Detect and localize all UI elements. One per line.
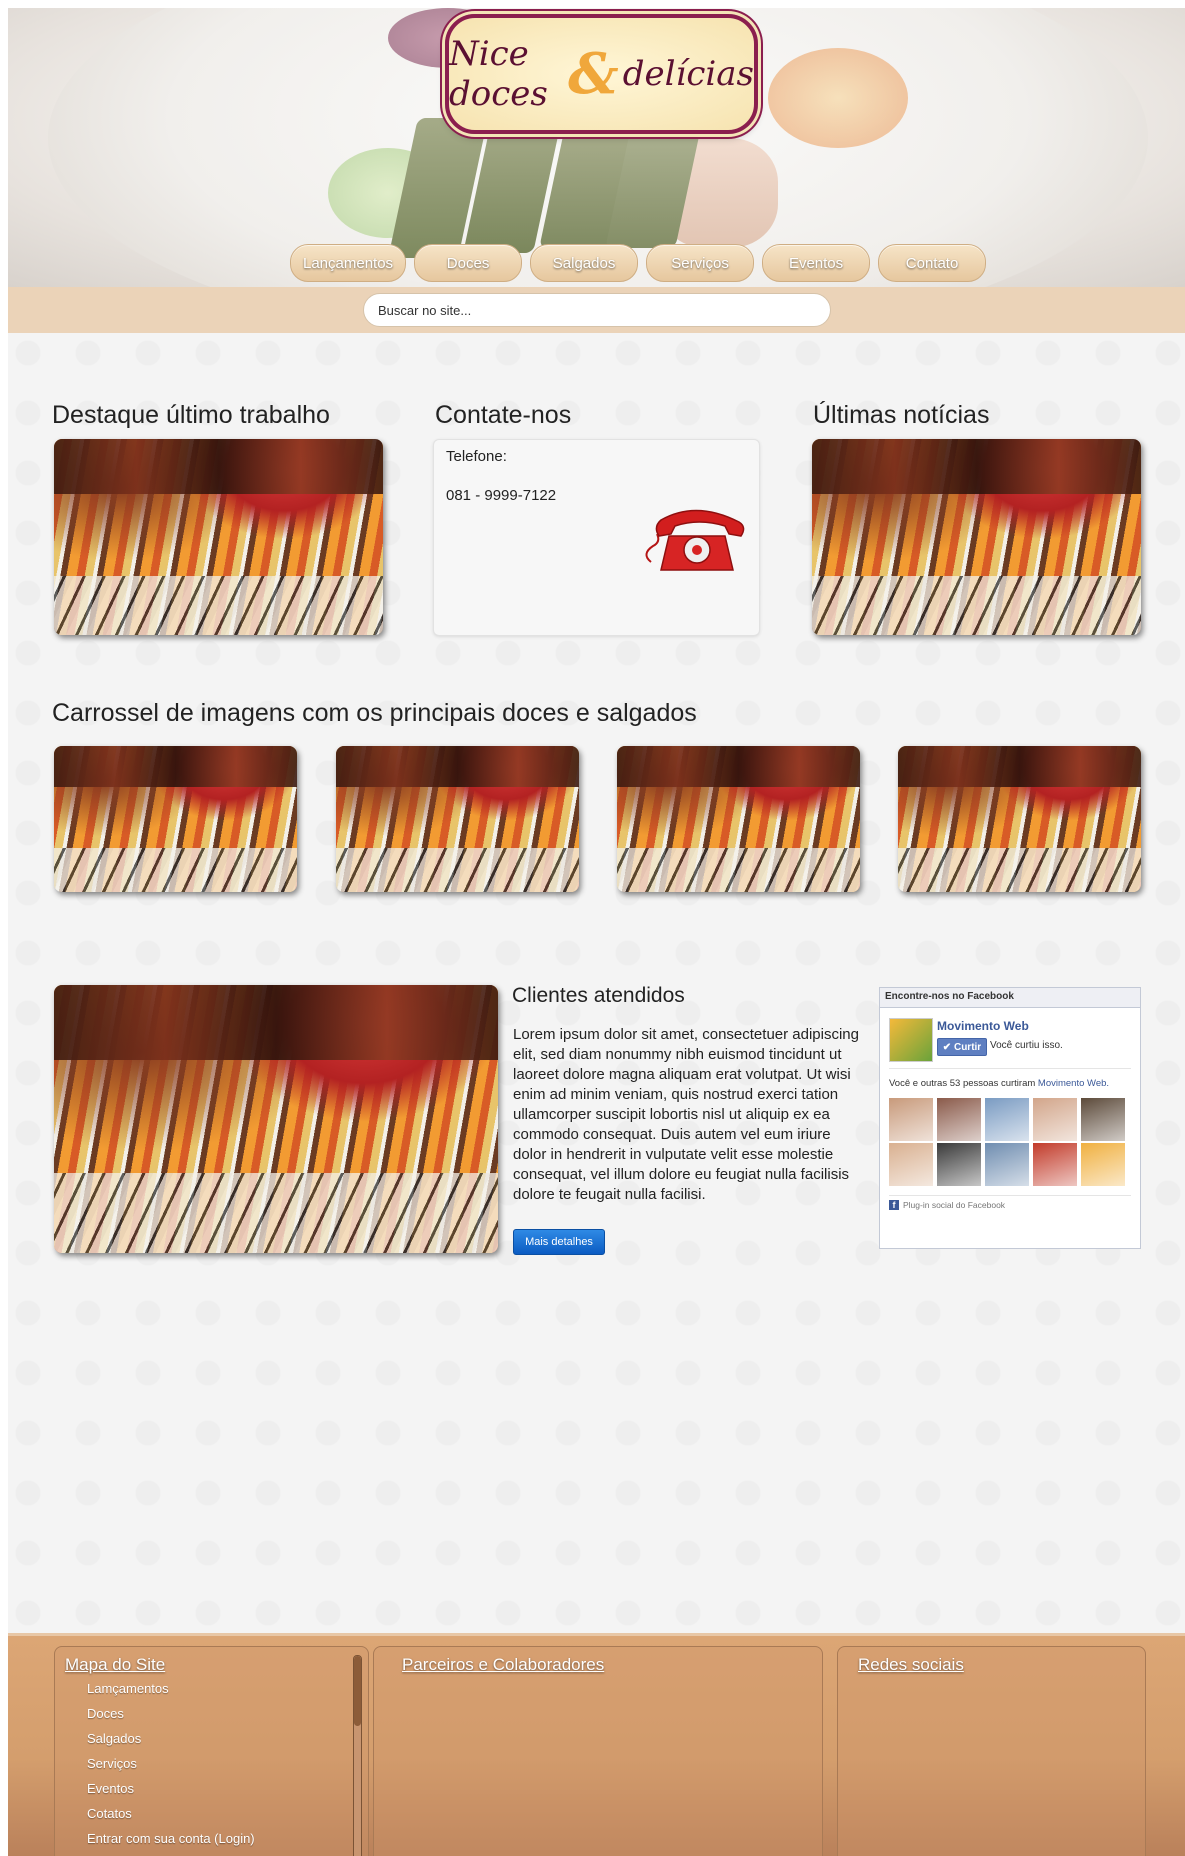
sitemap-link-servicos[interactable]: Serviços — [87, 1756, 255, 1781]
facebook-plugin-footer[interactable]: f Plug-in social do Facebook — [889, 1200, 1005, 1210]
footer: Mapa do Site Lamçamentos Doces Salgados … — [8, 1633, 1185, 1856]
sitemap-link-contatos[interactable]: Cotatos — [87, 1806, 255, 1831]
news-image[interactable] — [812, 439, 1141, 635]
carousel-image-4[interactable] — [898, 746, 1141, 892]
fan-avatar[interactable] — [1081, 1143, 1125, 1186]
page-avatar[interactable] — [889, 1018, 933, 1062]
search-input[interactable] — [363, 293, 831, 327]
sitemap-link-salgados[interactable]: Salgados — [87, 1731, 255, 1756]
sitemap-link-lancamentos[interactable]: Lamçamentos — [87, 1681, 255, 1706]
featured-image[interactable] — [54, 439, 383, 635]
like-button[interactable]: ✔ Curtir — [937, 1038, 987, 1056]
more-details-button[interactable]: Mais detalhes — [513, 1229, 605, 1255]
sitemap-scrollbar[interactable] — [353, 1655, 362, 1856]
carousel-title: Carrossel de imagens com os principais d… — [52, 699, 697, 727]
facebook-widget: Encontre-nos no Facebook Movimento Web ✔… — [879, 987, 1141, 1249]
fan-avatar[interactable] — [1033, 1143, 1077, 1186]
fan-avatar[interactable] — [889, 1098, 933, 1141]
sitemap-link-eventos[interactable]: Eventos — [87, 1781, 255, 1806]
divider — [889, 1195, 1131, 1196]
main-nav: Lançamentos Doces Salgados Serviços Even… — [290, 244, 987, 282]
partners-title[interactable]: Parceiros e Colaboradores — [402, 1655, 604, 1675]
food-decor — [768, 48, 908, 148]
nav-contato[interactable]: Contato — [878, 244, 987, 282]
fan-avatar[interactable] — [1033, 1098, 1077, 1141]
scrollbar-thumb[interactable] — [354, 1656, 361, 1726]
clients-text: Lorem ipsum dolor sit amet, consectetuer… — [513, 1026, 859, 1203]
liked-text: Você curtiu isso. — [990, 1040, 1063, 1051]
fan-avatar[interactable] — [985, 1143, 1029, 1186]
sitemap-link-login[interactable]: Entrar com sua conta (Login) — [87, 1831, 255, 1856]
check-icon: ✔ — [942, 1041, 954, 1053]
logo-text-2: delícias — [622, 54, 754, 94]
sitemap-list: Lamçamentos Doces Salgados Serviços Even… — [87, 1681, 255, 1856]
nav-salgados[interactable]: Salgados — [530, 244, 639, 282]
telephone-icon — [645, 509, 745, 571]
like-count-text: Você e outras 53 pessoas curtiram Movime… — [889, 1078, 1109, 1089]
sitemap-box: Mapa do Site Lamçamentos Doces Salgados … — [54, 1646, 369, 1856]
nav-doces[interactable]: Doces — [414, 244, 523, 282]
logo-ampersand: & — [568, 41, 619, 107]
nav-eventos[interactable]: Eventos — [762, 244, 871, 282]
fan-avatar[interactable] — [937, 1143, 981, 1186]
contact-phone: 081 - 9999-7122 — [446, 487, 557, 504]
carousel-image-2[interactable] — [336, 746, 579, 892]
nav-lancamentos[interactable]: Lançamentos — [290, 244, 407, 282]
main-content: Destaque último trabalho Contate-nos Tel… — [8, 333, 1185, 1633]
sitemap-title[interactable]: Mapa do Site — [65, 1655, 165, 1675]
clients-image[interactable] — [54, 985, 498, 1253]
carousel-image-3[interactable] — [617, 746, 860, 892]
page: Nice doces & delícias Lançamentos Doces … — [8, 8, 1185, 1856]
fan-avatar[interactable] — [985, 1098, 1029, 1141]
contact-box: Telefone: 081 - 9999-7122 — [433, 439, 760, 636]
featured-title: Destaque último trabalho — [52, 401, 330, 429]
fan-avatar[interactable] — [937, 1098, 981, 1141]
facebook-widget-header: Encontre-nos no Facebook — [880, 988, 1140, 1008]
clients-title: Clientes atendidos — [512, 984, 685, 1007]
site-logo[interactable]: Nice doces & delícias — [445, 14, 758, 134]
like-button-label: Curtir — [953, 1041, 982, 1053]
plugin-label: Plug-in social do Facebook — [903, 1200, 1006, 1210]
search-bar — [8, 287, 1185, 333]
fans-grid — [889, 1098, 1129, 1186]
logo-text-1: Nice doces — [449, 34, 548, 114]
contact-title: Contate-nos — [435, 401, 572, 429]
facebook-page-name[interactable]: Movimento Web — [937, 1019, 1029, 1033]
sitemap-link-doces[interactable]: Doces — [87, 1706, 255, 1731]
like-count-prefix: Você e outras 53 pessoas curtiram — [889, 1078, 1036, 1089]
facebook-icon: f — [889, 1200, 899, 1210]
divider — [889, 1068, 1131, 1069]
nav-servicos[interactable]: Serviços — [646, 244, 755, 282]
fan-avatar[interactable] — [1081, 1098, 1125, 1141]
like-count-link[interactable]: Movimento Web. — [1038, 1078, 1109, 1089]
social-box: Redes sociais — [837, 1646, 1146, 1856]
news-title: Últimas notícias — [813, 401, 990, 429]
social-title[interactable]: Redes sociais — [858, 1655, 964, 1675]
fan-avatar[interactable] — [889, 1143, 933, 1186]
contact-label: Telefone: — [446, 448, 507, 465]
partners-box: Parceiros e Colaboradores — [373, 1646, 823, 1856]
carousel-image-1[interactable] — [54, 746, 297, 892]
hero-banner: Nice doces & delícias Lançamentos Doces … — [8, 8, 1185, 287]
